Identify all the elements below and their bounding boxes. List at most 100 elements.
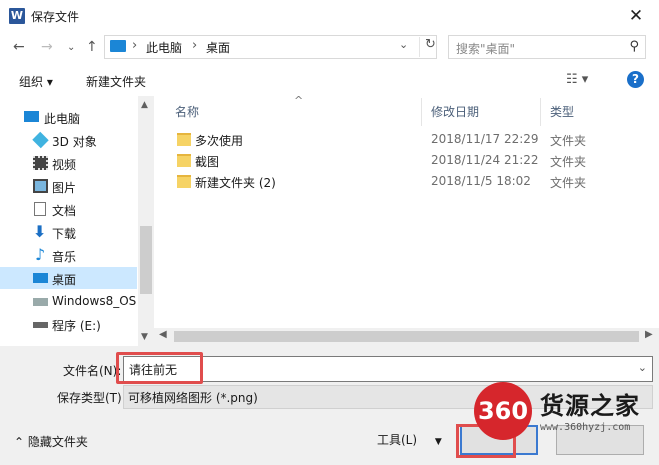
computer-icon xyxy=(24,111,39,122)
breadcrumb-chevron-icon[interactable]: › xyxy=(192,38,197,53)
nav-item-videos[interactable]: 视频 xyxy=(0,152,137,174)
address-bar[interactable]: › 此电脑 › 桌面 ⌄ ↻ xyxy=(104,35,437,59)
file-date: 2018/11/17 22:29 xyxy=(431,132,539,146)
nav-item-label: 图片 xyxy=(52,181,77,195)
recent-dropdown-icon[interactable]: ⌄ xyxy=(67,42,75,53)
folder-icon xyxy=(177,133,191,146)
drive-icon xyxy=(33,298,48,306)
column-divider[interactable] xyxy=(540,98,541,126)
file-name: 多次使用 xyxy=(195,134,244,148)
table-row[interactable]: 多次使用 2018/11/17 22:29 文件夹 xyxy=(160,129,659,150)
column-header-date[interactable]: 修改日期 xyxy=(431,103,479,120)
nav-item-label: 下载 xyxy=(52,227,77,241)
close-button[interactable]: ✕ xyxy=(613,0,659,32)
cube-icon xyxy=(32,131,49,149)
search-input[interactable]: 搜索"桌面" ⚲ xyxy=(448,35,646,59)
nav-item-this-pc[interactable]: 此电脑 xyxy=(0,106,137,128)
chevron-down-icon[interactable]: ⌄ xyxy=(638,361,647,374)
nav-item-label: 此电脑 xyxy=(44,112,81,126)
scroll-down-icon[interactable]: ▼ xyxy=(141,332,148,342)
nav-item-label: Windows8_OS xyxy=(52,294,137,308)
help-icon[interactable]: ? xyxy=(627,71,644,88)
command-toolbar: 组织 ▾ 新建文件夹 ☷ ▾ ? xyxy=(0,64,659,96)
scroll-right-icon[interactable]: ▶ xyxy=(645,329,653,340)
file-name: 截图 xyxy=(195,155,220,169)
tools-label: 工具(L) xyxy=(377,433,418,447)
sort-ascending-icon: ^ xyxy=(294,94,304,107)
forward-arrow-icon[interactable]: → xyxy=(41,39,53,55)
tools-button[interactable]: 工具(L) ▼ xyxy=(377,431,442,448)
nav-item-label: 视频 xyxy=(52,158,77,172)
chevron-down-icon: ▼ xyxy=(434,437,442,447)
column-header-name[interactable]: 名称 xyxy=(175,103,199,120)
word-app-icon: W xyxy=(9,8,25,24)
window-title: 保存文件 xyxy=(31,10,80,24)
watermark-url: www.360hyzj.com xyxy=(540,422,631,433)
nav-item-label: 音乐 xyxy=(52,250,77,264)
file-name: 新建文件夹 (2) xyxy=(195,176,276,190)
view-options-icon[interactable]: ☷ ▾ xyxy=(566,72,588,87)
table-row[interactable]: 新建文件夹 (2) 2018/11/5 18:02 文件夹 xyxy=(160,171,659,192)
search-placeholder: 搜索"桌面" xyxy=(456,42,516,56)
scroll-left-icon[interactable]: ◀ xyxy=(159,329,167,340)
filetype-label: 保存类型(T): xyxy=(57,391,126,405)
annotation-highlight-box xyxy=(116,352,203,384)
nav-item-documents[interactable]: 文档 xyxy=(0,198,137,220)
music-icon: ♪ xyxy=(35,245,46,264)
filetype-value: 可移植网络图形 (*.png) xyxy=(128,391,258,405)
organize-button[interactable]: 组织 ▾ xyxy=(19,73,53,90)
table-row[interactable]: 截图 2018/11/24 21:22 文件夹 xyxy=(160,150,659,171)
film-icon xyxy=(33,156,48,170)
watermark-logo: 360 xyxy=(474,382,532,440)
close-icon: ✕ xyxy=(628,6,644,26)
nav-item-label: 文档 xyxy=(52,204,77,218)
title-bar: W 保存文件 ✕ xyxy=(0,0,659,32)
nav-item-label: 程序 (E:) xyxy=(52,319,101,333)
hide-folders-button[interactable]: ⌃ 隐藏文件夹 xyxy=(14,433,88,450)
nav-item-drive-e[interactable]: 程序 (E:) xyxy=(0,313,137,335)
folder-icon xyxy=(177,154,191,167)
back-arrow-icon[interactable]: ← xyxy=(13,39,25,55)
hide-folders-label: 隐藏文件夹 xyxy=(27,435,88,449)
nav-pane-scrollbar[interactable]: ▲ ▼ xyxy=(138,96,154,346)
folder-icon xyxy=(177,175,191,188)
drive-icon xyxy=(33,322,48,328)
computer-icon xyxy=(110,40,126,52)
column-divider[interactable] xyxy=(421,98,422,126)
chevron-down-icon[interactable]: ⌄ xyxy=(399,38,408,51)
search-icon: ⚲ xyxy=(629,39,639,54)
navigation-pane: 此电脑 3D 对象 视频 图片 文档 ⬇ 下载 ♪ 音乐 桌面 Windows8… xyxy=(0,96,154,346)
nav-item-pictures[interactable]: 图片 xyxy=(0,175,137,197)
up-arrow-icon[interactable]: ↑ xyxy=(86,39,98,55)
scrollbar-thumb[interactable] xyxy=(174,331,639,342)
breadcrumb-desktop[interactable]: 桌面 xyxy=(206,39,230,56)
breadcrumb-this-pc[interactable]: 此电脑 xyxy=(146,39,182,56)
picture-icon xyxy=(33,179,48,193)
file-date: 2018/11/5 18:02 xyxy=(431,174,531,188)
document-icon xyxy=(34,202,46,216)
nav-item-windows8-os[interactable]: Windows8_OS xyxy=(0,290,137,312)
nav-item-desktop[interactable]: 桌面 xyxy=(0,267,137,289)
file-date: 2018/11/24 21:22 xyxy=(431,153,539,167)
nav-item-downloads[interactable]: ⬇ 下载 xyxy=(0,221,137,243)
breadcrumb-chevron-icon[interactable]: › xyxy=(132,38,137,53)
file-list: ^ 名称 修改日期 类型 多次使用 2018/11/17 22:29 文件夹 截… xyxy=(160,94,659,328)
file-list-horizontal-scrollbar[interactable]: ◀ ▶ xyxy=(154,328,659,346)
nav-item-music[interactable]: ♪ 音乐 xyxy=(0,244,137,266)
scrollbar-thumb[interactable] xyxy=(140,226,152,294)
refresh-icon[interactable]: ↻ xyxy=(419,37,436,57)
filename-label: 文件名(N): xyxy=(63,364,122,378)
chevron-up-icon: ⌃ xyxy=(14,435,25,449)
desktop-icon xyxy=(33,273,48,283)
file-type: 文件夹 xyxy=(550,155,587,169)
watermark-title: 货源之家 xyxy=(540,392,640,420)
nav-item-label: 桌面 xyxy=(52,273,77,287)
watermark: 360 货源之家 www.360hyzj.com xyxy=(474,378,659,448)
file-type: 文件夹 xyxy=(550,176,587,190)
download-icon: ⬇ xyxy=(33,222,47,241)
scroll-up-icon[interactable]: ▲ xyxy=(141,100,148,110)
column-header-type[interactable]: 类型 xyxy=(550,103,574,120)
nav-item-label: 3D 对象 xyxy=(52,135,97,149)
new-folder-button[interactable]: 新建文件夹 xyxy=(86,73,146,90)
nav-item-3d-objects[interactable]: 3D 对象 xyxy=(0,129,137,151)
